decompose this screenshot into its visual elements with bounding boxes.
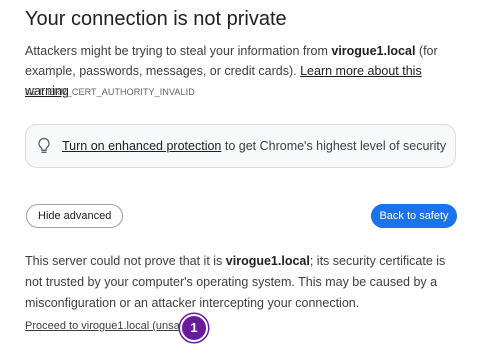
enhanced-protection-box: Turn on enhanced protection to get Chrom…	[25, 124, 456, 168]
error-code: NET::ERR_CERT_AUTHORITY_INVALID	[25, 87, 195, 97]
enhanced-protection-suffix: to get Chrome's highest level of securit…	[221, 139, 447, 153]
page-title: Your connection is not private	[25, 8, 287, 30]
back-to-safety-button[interactable]: Back to safety	[371, 204, 457, 228]
enhanced-protection-text: Turn on enhanced protection to get Chrom…	[62, 139, 446, 153]
details-host: virogue1.local	[225, 254, 310, 268]
enhanced-protection-link[interactable]: Turn on enhanced protection	[62, 139, 221, 153]
proceed-unsafe-link[interactable]: Proceed to virogue1.local (unsafe)	[25, 320, 193, 332]
details-paragraph: This server could not prove that it is v…	[25, 251, 465, 314]
intro-text-before: Attackers might be trying to steal your …	[25, 44, 332, 58]
intro-host: virogue1.local	[331, 44, 416, 58]
hide-advanced-button[interactable]: Hide advanced	[26, 204, 124, 228]
step-number-badge: 1	[180, 314, 208, 342]
details-text-before: This server could not prove that it is	[25, 254, 226, 268]
lightbulb-icon	[36, 136, 52, 156]
